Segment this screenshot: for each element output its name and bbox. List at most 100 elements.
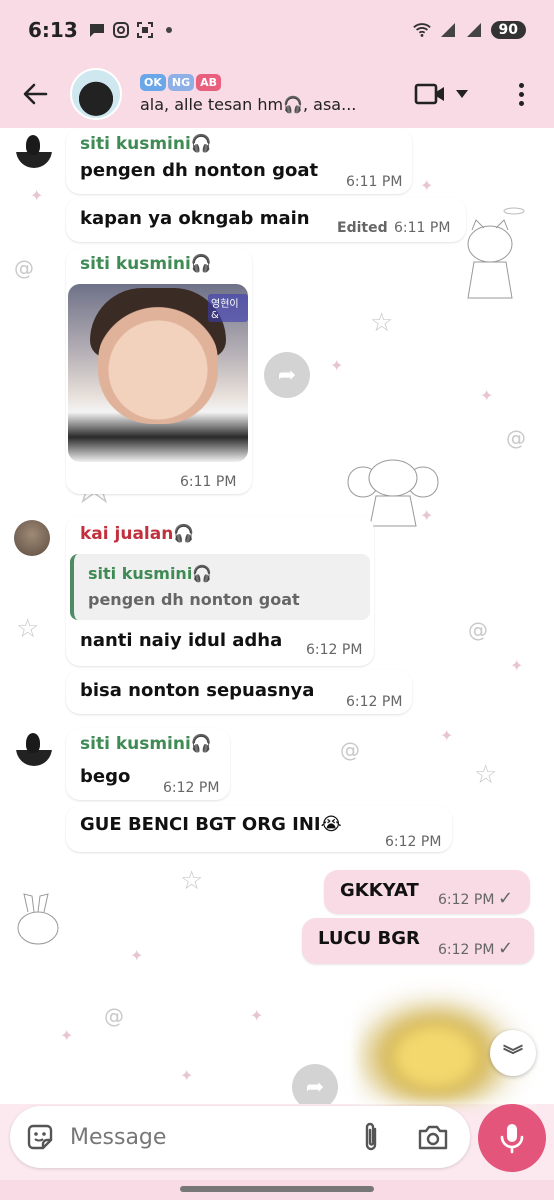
sparkle-decoration: ✦ [130,946,144,965]
star-decoration: ☆ [370,308,394,338]
forward-button[interactable]: ➦ [292,1064,338,1104]
chevron-down-icon [456,90,468,98]
badge-ok: OK [140,74,166,91]
chat-header: OK NG AB ala, alle tesan hm🎧, asa... [0,60,554,128]
photo-subject-face [98,304,218,424]
message-time: 6:12 PM [163,780,220,796]
chat-notification-icon [88,21,106,39]
sparkle-decoration: ✦ [330,356,344,375]
camera-button[interactable] [415,1120,451,1154]
read-status-icon: ✓ [498,938,514,959]
back-arrow-icon [23,83,48,105]
swirl-decoration: @ [104,1004,124,1028]
sender-avatar[interactable] [16,730,52,766]
sender-name[interactable]: siti kusmini🎧 [80,254,212,274]
sticker-button[interactable] [10,1106,70,1168]
sparkle-decoration: ✦ [420,176,434,195]
reply-sender: siti kusmini🎧 [88,564,213,583]
chat-info[interactable]: OK NG AB ala, alle tesan hm🎧, asa... [140,74,390,114]
notification-icons [88,21,178,39]
message-bubble[interactable]: bisa nonton sepuasnya 6:12 PM [66,670,412,714]
read-status-icon: ✓ [498,888,514,909]
sender-avatar[interactable] [16,132,52,168]
sender-name[interactable]: kai jualan🎧 [80,524,195,544]
sparkle-decoration: ✦ [180,1066,194,1085]
message-bubble[interactable]: GUE BENCI BGT ORG INI😭 6:12 PM [66,806,452,852]
chevron-double-down-icon: ︾ [503,1042,523,1067]
shared-photo[interactable]: 영현이& [68,284,248,462]
star-decoration: ☆ [180,866,204,896]
message-time: 6:12 PM [306,642,363,658]
status-bar: 6:13 90 [0,0,554,60]
message-text: pengen dh nonton goat [80,160,319,181]
back-button[interactable] [0,60,70,128]
more-vert-icon [518,82,524,88]
video-call-button[interactable] [414,76,476,112]
forward-button[interactable]: ➦ [264,352,310,398]
message-text: kapan ya okngab main [80,208,310,229]
badge-ng: NG [167,74,195,91]
star-decoration: ☆ [16,614,40,644]
home-indicator[interactable] [180,1186,374,1192]
message-text: bisa nonton sepuasnya [80,680,315,701]
sparkle-decoration: ✦ [510,656,524,675]
swirl-decoration: @ [468,618,488,642]
scroll-to-bottom-button[interactable]: ︾ [490,1030,536,1076]
message-time: 6:11 PM [180,474,237,490]
signal-icon-2 [465,21,483,39]
message-list[interactable]: ✦ ✦ ✦ ✦ ✦ ✦ ✦ ✦ ✦ ✦ ✦ ✦ ☆ ☆ ☆ ☆ ☆ @ @ @ … [0,128,554,1104]
message-bubble[interactable]: siti kusmini🎧 bego 6:12 PM [66,728,230,800]
message-text: LUCU BGR [318,928,420,949]
sparkle-decoration: ✦ [30,186,44,205]
message-bubble[interactable]: siti kusmini🎧 pengen dh nonton goat 6:11… [66,128,412,194]
mic-icon [500,1124,524,1154]
sparkle-decoration: ✦ [440,726,454,745]
sender-name[interactable]: siti kusmini🎧 [80,134,212,154]
voice-message-button[interactable] [478,1104,546,1172]
edited-label: Edited [337,220,388,236]
message-text: nanti naiy idul adha [80,630,283,651]
swirl-decoration: @ [340,738,360,762]
reply-text: pengen dh nonton goat [88,590,300,609]
photo-message-bubble[interactable]: siti kusmini🎧 영현이& 6:11 PM [66,248,252,494]
message-bubble[interactable]: kapan ya okngab main Edited 6:11 PM [66,198,466,242]
battery-indicator: 90 [490,21,526,39]
sender-name[interactable]: siti kusmini🎧 [80,734,212,754]
message-time: 6:11 PM [394,220,451,236]
video-call-icon [414,83,444,105]
outgoing-message-bubble[interactable]: LUCU BGR 6:12 PM ✓ [302,918,534,964]
photo-caption: 영현이& [208,294,248,322]
hello-kitty-angel-decoration [467,207,525,299]
dot-icon [160,21,178,39]
group-badges: OK NG AB [140,74,390,91]
wifi-icon [412,21,431,39]
sender-avatar[interactable] [14,520,50,556]
signal-icon [439,21,457,39]
badge-ab: AB [196,74,222,91]
outgoing-message-bubble[interactable]: GKKYAT 6:12 PM ✓ [324,870,530,914]
star-decoration: ☆ [474,760,498,790]
chat-subtitle: ala, alle tesan hm🎧, asa... [140,95,357,114]
swirl-decoration: @ [506,426,526,450]
message-time: 6:11 PM [346,174,403,190]
attach-button[interactable] [355,1120,387,1154]
message-time: 6:12 PM [346,694,403,710]
scan-icon [136,21,154,39]
forward-icon: ➦ [277,362,297,388]
message-composer [10,1106,470,1168]
message-time: 6:12 PM [438,942,495,958]
more-options-button[interactable] [506,74,536,114]
message-text: bego [80,766,131,787]
message-text: GUE BENCI BGT ORG INI😭 [80,814,342,835]
camera-icon [418,1125,448,1150]
reply-quote[interactable]: siti kusmini🎧 pengen dh nonton goat [70,554,370,620]
message-bubble[interactable]: kai jualan🎧 siti kusmini🎧 pengen dh nont… [66,516,374,666]
sparkle-decoration: ✦ [60,1026,74,1045]
sticker-icon [27,1124,53,1150]
message-input[interactable] [70,1124,340,1150]
status-time: 6:13 [28,18,78,42]
swirl-decoration: @ [14,256,34,280]
sparkle-decoration: ✦ [480,386,494,405]
group-avatar[interactable] [70,68,122,120]
paperclip-icon [365,1122,377,1151]
